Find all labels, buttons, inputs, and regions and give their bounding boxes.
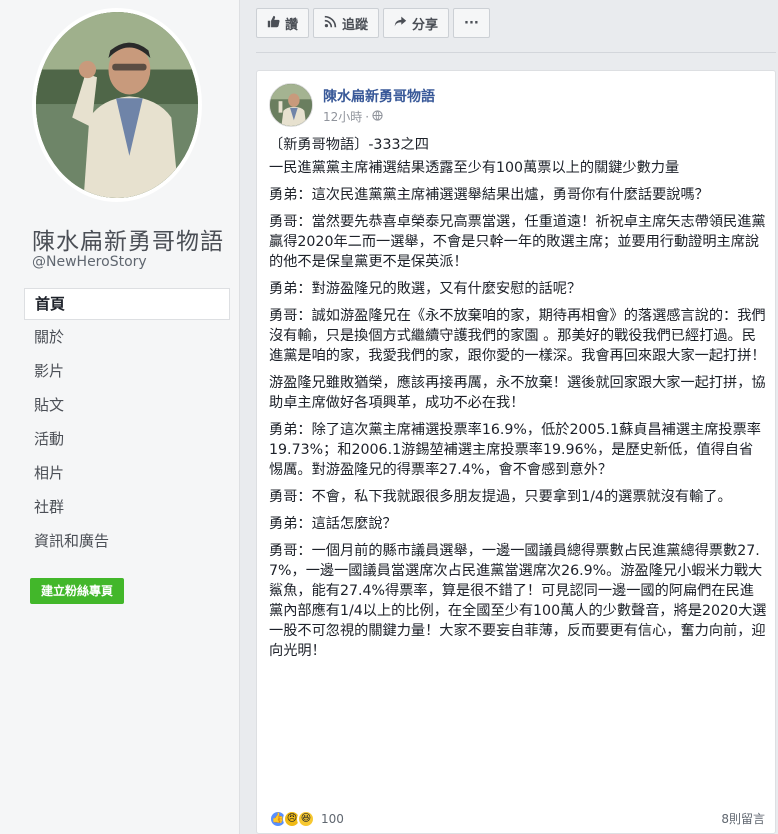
nav-item-events[interactable]: 活動: [24, 422, 230, 456]
page-sidebar: 陳水扁新勇哥物語 @NewHeroStory 首頁 關於 影片 貼文 活動 相片…: [0, 0, 240, 834]
comment-count[interactable]: 8則留言: [721, 810, 765, 827]
post-card: 陳水扁新勇哥物語 12小時 · 〔新勇哥物語〕-333之四 一民進黨黨主席補選結…: [256, 70, 776, 834]
post-timestamp[interactable]: 12小時: [323, 108, 362, 125]
nav-item-home[interactable]: 首頁: [24, 288, 230, 320]
page-nav: 首頁 關於 影片 貼文 活動 相片 社群 資訊和廣告: [24, 288, 230, 558]
post-paragraph: 勇哥：當然要先恭喜卓榮泰兄高票當選，任重道遠！祈祝卓主席矢志帶領民進黨贏得202…: [269, 214, 766, 270]
meta-separator: ·: [365, 109, 370, 124]
nav-item-about[interactable]: 關於: [24, 320, 230, 354]
post-paragraph: 勇弟：這話怎麼說？: [269, 516, 397, 532]
nav-item-posts[interactable]: 貼文: [24, 388, 230, 422]
create-page-button[interactable]: 建立粉絲專頁: [30, 578, 125, 604]
nav-item-info-and-ads[interactable]: 資訊和廣告: [24, 524, 230, 558]
thumbs-up-icon: [267, 15, 280, 32]
post-paragraph: 勇哥：不會，私下我就跟很多朋友提過，只要拿到1/4的選票就沒有輸了。: [269, 489, 732, 505]
nav-item-photos[interactable]: 相片: [24, 456, 230, 490]
page-name[interactable]: 陳水扁新勇哥物語: [32, 222, 224, 256]
post-footer: 👍 😠 😆 100 8則留言: [269, 807, 765, 829]
post-text: 〔新勇哥物語〕-333之四 一民進黨黨主席補選結果透露至少有100萬票以上的關鍵…: [269, 135, 767, 668]
more-dots-icon: ···: [464, 15, 479, 31]
post-paragraph: 勇弟：除了這次黨主席補選投票率16.9%，低於2005.1蘇貞昌補選主席投票率1…: [269, 422, 761, 478]
post-paragraph: 游盈隆兄雖敗猶榮，應該再接再厲，永不放棄！選後就回家跟大家一起打拼，協助卓主席做…: [269, 375, 766, 411]
post-author-avatar[interactable]: [269, 83, 313, 127]
post-paragraph: 勇弟：對游盈隆兄的敗選，又有什麼安慰的話呢？: [269, 281, 582, 297]
profile-picture[interactable]: [32, 8, 202, 202]
page-handle: @NewHeroStory: [32, 254, 147, 270]
share-button[interactable]: 分享: [383, 8, 450, 38]
follow-label: 追蹤: [342, 17, 369, 33]
nav-item-community[interactable]: 社群: [24, 490, 230, 524]
rss-icon: [324, 15, 337, 32]
reaction-count[interactable]: 100: [321, 812, 344, 826]
divider: [256, 52, 776, 53]
like-label: 讚: [285, 17, 299, 33]
more-options-button[interactable]: ···: [453, 8, 490, 38]
haha-reaction-icon[interactable]: 😆: [297, 809, 315, 828]
page-action-bar: 讚 追蹤 分享 ···: [256, 8, 490, 40]
post-paragraph: 勇弟：這次民進黨黨主席補選選舉結果出爐，勇哥你有什麼話要說嗎？: [269, 187, 709, 203]
post-paragraph: 勇哥：誠如游盈隆兄在《永不放棄咱的家，期待再相會》的落選感言說的：我們沒有輸，只…: [269, 308, 766, 364]
post-author-name[interactable]: 陳水扁新勇哥物語: [323, 86, 435, 106]
post-paragraph: 〔新勇哥物語〕-333之四: [269, 137, 429, 153]
follow-button[interactable]: 追蹤: [313, 8, 380, 38]
share-arrow-icon: [394, 15, 407, 32]
like-page-button[interactable]: 讚: [256, 8, 310, 38]
post-meta: 12小時 ·: [323, 108, 383, 125]
nav-item-videos[interactable]: 影片: [24, 354, 230, 388]
share-label: 分享: [412, 17, 439, 33]
post-paragraph: 勇哥：一個月前的縣市議員選舉，一邊一國議員總得票數占民進黨總得票數27.7%，一…: [269, 543, 767, 659]
post-paragraph: 一民進黨黨主席補選結果透露至少有100萬票以上的關鍵少數力量: [269, 160, 680, 176]
globe-icon[interactable]: [372, 109, 383, 124]
